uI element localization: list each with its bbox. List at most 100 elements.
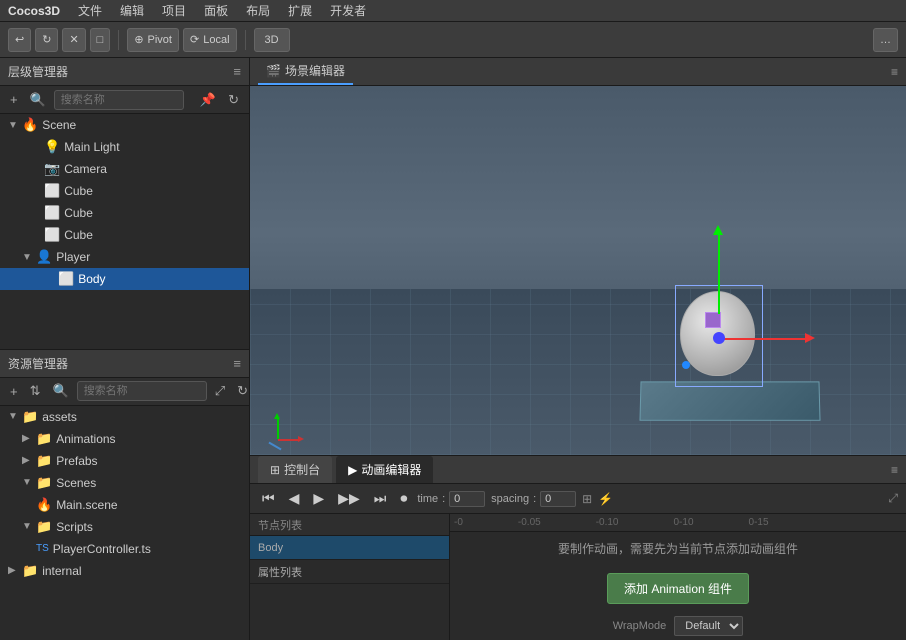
assets-search-icon[interactable]: 🔍 bbox=[49, 381, 73, 401]
animation-toolbar: ⏮ ◀ ▶ ▶▶ ⏭ ⏺ time : spacing : ⊞ ⚡ ⤢ bbox=[250, 484, 906, 514]
assets-sort-btn[interactable]: ⇅ bbox=[26, 381, 45, 401]
assets-expand-btn[interactable]: ⤢ bbox=[211, 381, 229, 401]
add-animation-button[interactable]: 添加 Animation 组件 bbox=[607, 573, 749, 604]
anim-lightning-icon[interactable]: ⚡ bbox=[598, 492, 613, 506]
node-row-body[interactable]: Body bbox=[250, 536, 449, 560]
tree-item-cube1[interactable]: ⬜ Cube bbox=[0, 180, 249, 202]
animation-tabs: ⊞ 控制台 ▶ 动画编辑器 ≡ bbox=[250, 456, 906, 484]
tab-animation[interactable]: ▶ 动画编辑器 bbox=[336, 456, 433, 483]
assets-menu-icon[interactable]: ≡ bbox=[233, 356, 241, 371]
scene-editor-tab[interactable]: 🎬 场景编辑器 bbox=[258, 58, 353, 85]
menu-project[interactable]: 项目 bbox=[154, 0, 194, 21]
gizmo-x-tip bbox=[805, 333, 815, 343]
anim-prev-btn[interactable]: ◀ bbox=[285, 488, 304, 509]
anim-play-btn[interactable]: ▶ bbox=[309, 488, 328, 509]
animation-panel-menu[interactable]: ≡ bbox=[891, 463, 898, 477]
body-label: Body bbox=[78, 272, 105, 286]
hierarchy-pin-btn[interactable]: 📌 bbox=[196, 90, 220, 110]
scene-background bbox=[250, 86, 906, 455]
menu-panel[interactable]: 面板 bbox=[196, 0, 236, 21]
scenes-label: Scenes bbox=[56, 476, 96, 490]
time-input[interactable] bbox=[449, 491, 485, 507]
anim-spacing-field: spacing : bbox=[491, 491, 576, 507]
prefabs-icon: 📁 bbox=[36, 453, 52, 469]
ruler-mark-2: -0.10 bbox=[596, 517, 619, 528]
assets-folder-scenes[interactable]: ▼ 📁 Scenes bbox=[0, 472, 249, 494]
tree-item-scene[interactable]: ▼ 🔥 Scene bbox=[0, 114, 249, 136]
spacing-input[interactable] bbox=[540, 491, 576, 507]
node-list-title: 节点列表 bbox=[258, 517, 302, 533]
scene-body-indicator bbox=[705, 312, 721, 328]
scene-tab-icon: 🎬 bbox=[266, 64, 281, 78]
hierarchy-search-icon[interactable]: 🔍 bbox=[26, 90, 50, 110]
gizmo-y-axis bbox=[718, 234, 720, 314]
scene-platform bbox=[639, 381, 820, 420]
timeline-area: 节点列表 Body 属性列表 -0 -0.05 -0.10 bbox=[250, 514, 906, 640]
animation-panel: ⊞ 控制台 ▶ 动画编辑器 ≡ ⏮ ◀ ▶ ▶▶ ⏭ ⏺ time : bbox=[250, 455, 906, 640]
hierarchy-add-btn[interactable]: + bbox=[6, 90, 22, 109]
scene-viewport[interactable] bbox=[250, 86, 906, 455]
assets-header-icons: ≡ bbox=[233, 356, 241, 371]
hierarchy-menu-icon[interactable]: ≡ bbox=[233, 64, 241, 79]
local-button[interactable]: ⟳ Local bbox=[183, 28, 237, 52]
ruler-mark-4: 0-15 bbox=[749, 517, 769, 528]
anim-export-icon[interactable]: ⤢ bbox=[888, 491, 898, 506]
gizmo-center-dot bbox=[713, 332, 725, 344]
assets-file-mainscene[interactable]: 🔥 Main.scene bbox=[0, 494, 249, 516]
anim-skip-fwd-btn[interactable]: ⏭ bbox=[370, 488, 391, 509]
anim-next-btn[interactable]: ▶▶ bbox=[334, 488, 364, 509]
cancel-button[interactable]: ✕ bbox=[62, 28, 85, 52]
assets-toolbar: + ⇅ 🔍 ⤢ ↻ bbox=[0, 378, 249, 406]
cube2-label: Cube bbox=[64, 206, 93, 220]
redo-button[interactable]: ↻ bbox=[35, 28, 58, 52]
assets-file-playercontroller[interactable]: TS PlayerController.ts bbox=[0, 538, 249, 560]
separator-2 bbox=[245, 30, 246, 50]
view-3d-label: 3D bbox=[254, 28, 290, 52]
tree-item-mainlight[interactable]: 💡 Main Light bbox=[0, 136, 249, 158]
scene-arrow: ▼ bbox=[8, 120, 22, 131]
spacing-colon: : bbox=[533, 493, 536, 505]
frame-button[interactable]: □ bbox=[90, 28, 111, 52]
assets-folder-root[interactable]: ▼ 📁 assets bbox=[0, 406, 249, 428]
tree-item-camera[interactable]: 📷 Camera bbox=[0, 158, 249, 180]
hierarchy-search-input[interactable] bbox=[54, 90, 184, 110]
time-colon: : bbox=[442, 493, 445, 505]
gizmo-y-tip bbox=[713, 225, 723, 235]
menu-layout[interactable]: 布局 bbox=[238, 0, 278, 21]
scene-editor-menu-icon[interactable]: ≡ bbox=[891, 65, 898, 79]
assets-folder-internal[interactable]: ▶ 📁 internal bbox=[0, 560, 249, 582]
assets-title: 资源管理器 bbox=[8, 355, 68, 372]
more-button[interactable]: … bbox=[873, 28, 898, 52]
assets-folder-scripts[interactable]: ▼ 📁 Scripts bbox=[0, 516, 249, 538]
time-label: time bbox=[417, 493, 438, 505]
prefabs-label: Prefabs bbox=[56, 454, 97, 468]
left-panel: 层级管理器 ≡ + 🔍 📌 ↻ ▼ 🔥 Scene bbox=[0, 58, 250, 640]
tab-console[interactable]: ⊞ 控制台 bbox=[258, 456, 332, 483]
menu-extend[interactable]: 扩展 bbox=[280, 0, 320, 21]
hierarchy-refresh-btn[interactable]: ↻ bbox=[224, 90, 243, 110]
assets-folder-prefabs[interactable]: ▶ 📁 Prefabs bbox=[0, 450, 249, 472]
assets-search-input[interactable] bbox=[77, 381, 207, 401]
menu-dev[interactable]: 开发者 bbox=[322, 0, 374, 21]
assets-add-btn[interactable]: + bbox=[6, 382, 22, 401]
wrap-mode-label: WrapMode bbox=[613, 620, 667, 632]
assets-root-label: assets bbox=[42, 410, 77, 424]
anim-record-btn[interactable]: ⏺ bbox=[396, 488, 411, 509]
wrap-mode-select[interactable]: Default bbox=[674, 616, 743, 636]
tree-item-player[interactable]: ▼ 👤 Player bbox=[0, 246, 249, 268]
undo-button[interactable]: ↩ bbox=[8, 28, 31, 52]
tree-item-cube3[interactable]: ⬜ Cube bbox=[0, 224, 249, 246]
tree-item-body[interactable]: ⬜ Body bbox=[0, 268, 249, 290]
pivot-button[interactable]: ⊕ Pivot bbox=[127, 28, 179, 52]
menu-file[interactable]: 文件 bbox=[70, 0, 110, 21]
anim-grid-icon[interactable]: ⊞ bbox=[582, 492, 592, 506]
tree-item-cube2[interactable]: ⬜ Cube bbox=[0, 202, 249, 224]
node-list-col: 节点列表 Body 属性列表 bbox=[250, 514, 450, 640]
assets-folder-animations[interactable]: ▶ 📁 Animations bbox=[0, 428, 249, 450]
menu-edit[interactable]: 编辑 bbox=[112, 0, 152, 21]
cube1-label: Cube bbox=[64, 184, 93, 198]
spacing-label: spacing bbox=[491, 493, 529, 505]
body-icon: ⬜ bbox=[58, 271, 74, 287]
internal-arrow: ▶ bbox=[8, 565, 22, 576]
anim-skip-back-btn[interactable]: ⏮ bbox=[258, 488, 279, 509]
